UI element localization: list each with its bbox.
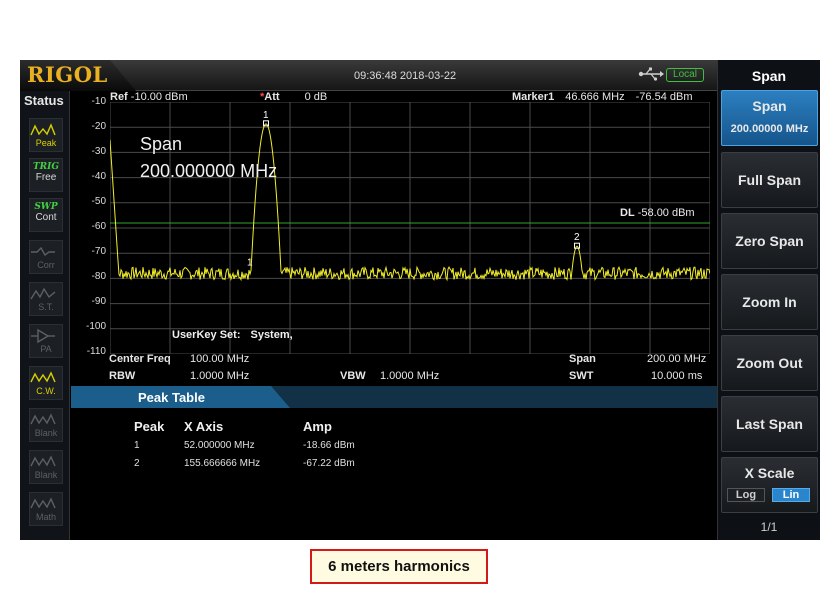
swt-value: 10.000 ms <box>651 370 703 382</box>
amp-column-header: Amp <box>303 419 332 434</box>
caption-label: 6 meters harmonics <box>310 549 488 584</box>
center-freq-value: 100.00 MHz <box>190 353 250 365</box>
vbw-value: 1.0000 MHz <box>380 370 440 382</box>
y-tick-label: -110 <box>86 346 106 357</box>
rbw-label: RBW <box>109 370 136 382</box>
peak-table <box>71 408 717 540</box>
spectrum-plot[interactable]: 1 2 1 <box>110 102 710 354</box>
peak-table-title: Peak Table <box>138 390 205 405</box>
status-corr[interactable]: Corr <box>29 240 63 274</box>
zoom-out-softkey[interactable]: Zoom Out <box>721 335 818 391</box>
peak-marker-label: 2 <box>574 232 580 243</box>
peak-icon <box>30 123 56 136</box>
span-value: 200.00 MHz <box>647 353 707 365</box>
zoom-in-softkey[interactable]: Zoom In <box>721 274 818 330</box>
peak-row-2-x: 155.666666 MHz <box>184 458 261 469</box>
softkey-menu: Span Span 200.00000 MHz Full Span Zero S… <box>717 60 820 540</box>
math-icon <box>30 497 56 509</box>
peak-column-header: Peak <box>134 419 165 434</box>
blank-wave-icon <box>30 413 56 425</box>
local-badge: Local <box>666 68 704 82</box>
x-scale-toggle: Log Lin <box>727 488 813 503</box>
blank-wave-icon <box>30 455 56 467</box>
span-label: Span <box>569 353 596 365</box>
status-math[interactable]: Math <box>29 492 63 526</box>
x-scale-log-option[interactable]: Log <box>727 488 765 502</box>
rbw-value: 1.0000 MHz <box>190 370 250 382</box>
x-scale-lin-option[interactable]: Lin <box>772 488 810 502</box>
st-icon <box>30 287 56 300</box>
y-tick-label: -20 <box>91 121 106 132</box>
full-span-softkey[interactable]: Full Span <box>721 152 818 208</box>
y-tick-label: -100 <box>85 321 106 332</box>
menu-page-indicator: 1/1 <box>760 520 778 534</box>
pa-icon <box>31 328 55 344</box>
zero-span-softkey[interactable]: Zero Span <box>721 213 818 269</box>
peak-row-2-index: 2 <box>134 458 140 469</box>
peak-row-1-amp: -18.66 dBm <box>303 440 355 451</box>
y-tick-label: -60 <box>91 221 106 232</box>
y-tick-label: -80 <box>91 271 106 282</box>
span-softkey[interactable]: Span 200.00000 MHz <box>721 90 818 146</box>
status-trig[interactable]: TRIG Free <box>29 158 63 192</box>
usb-icon <box>638 67 664 81</box>
vbw-label: VBW <box>340 370 366 382</box>
peak-row-1-index: 1 <box>134 440 140 451</box>
rigol-logo: RIGOL <box>20 60 136 91</box>
userkey-set: UserKey Set: System, <box>172 329 293 341</box>
datetime: 09:36:48 2018-03-22 <box>354 70 457 82</box>
status-blank-1[interactable]: Blank <box>29 408 63 442</box>
y-tick-label: -50 <box>91 196 106 207</box>
status-peak-button[interactable]: Peak <box>29 118 63 152</box>
y-tick-label: -40 <box>91 171 106 182</box>
analyzer-screen: RIGOL 09:36:48 2018-03-22 Local Status P… <box>20 60 820 540</box>
status-pa[interactable]: PA <box>29 324 63 358</box>
y-tick-label: -30 <box>91 146 106 157</box>
status-blank-2[interactable]: Blank <box>29 450 63 484</box>
status-cw-button[interactable]: C.W. <box>29 366 63 400</box>
display-line-label: DL -58.00 dBm <box>620 207 695 219</box>
status-panel: Status Peak TRIG Free SWP Cont Corr S.T.… <box>20 91 70 540</box>
center-freq-label: Center Freq <box>109 353 171 365</box>
y-tick-label: -10 <box>91 96 106 107</box>
span-overlay-title: Span <box>140 134 183 154</box>
menu-title: Span <box>751 68 787 84</box>
status-st[interactable]: S.T. <box>29 282 63 316</box>
swt-label: SWT <box>569 370 594 382</box>
status-swp[interactable]: SWP Cont <box>29 198 63 232</box>
y-tick-label: -70 <box>91 246 106 257</box>
peak-marker-label: 1 <box>263 110 269 121</box>
x-scale-softkey[interactable]: X Scale Log Lin <box>721 457 818 513</box>
span-overlay-value: 200.000000 MHz <box>140 161 278 181</box>
peak-row-2-amp: -67.22 dBm <box>303 458 355 469</box>
last-span-softkey[interactable]: Last Span <box>721 396 818 452</box>
x-axis-column-header: X Axis <box>184 419 224 434</box>
y-tick-label: -90 <box>91 296 106 307</box>
status-title: Status <box>24 93 64 108</box>
grid <box>110 102 710 354</box>
cw-icon <box>30 371 56 383</box>
corr-icon <box>31 246 55 257</box>
marker1-label: 1 <box>247 258 253 269</box>
top-bar: RIGOL 09:36:48 2018-03-22 Local <box>20 60 717 91</box>
peak-row-1-x: 52.000000 MHz <box>184 440 255 451</box>
